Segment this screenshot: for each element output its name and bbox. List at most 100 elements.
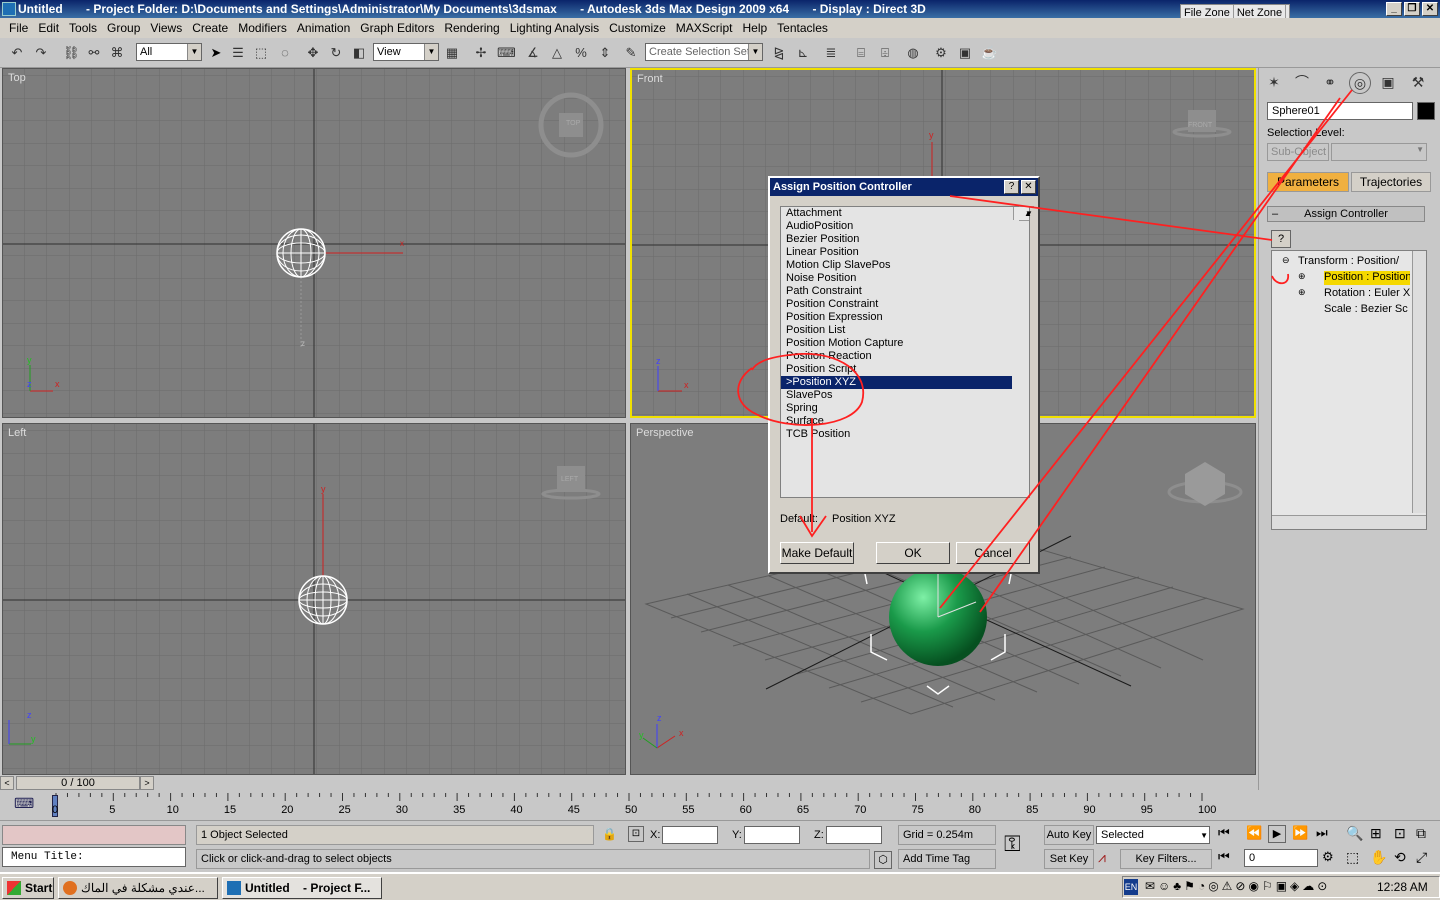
motion-tab-icon[interactable]: ◎ — [1349, 72, 1371, 94]
menu-rendering[interactable]: Rendering — [439, 21, 504, 35]
list-item[interactable]: AudioPosition — [781, 220, 1029, 233]
scale-icon[interactable]: ◧ — [350, 44, 368, 62]
tree-item-rotation[interactable]: Rotation : Euler X — [1324, 287, 1410, 301]
create-tab-icon[interactable]: ✶ — [1263, 72, 1285, 94]
display-tab-icon[interactable]: ▣ — [1377, 72, 1399, 94]
set-key-icon[interactable]: ⚿ — [1004, 831, 1021, 857]
time-prev-icon[interactable]: < — [0, 776, 14, 790]
zoom-extents-icon[interactable]: ⊡ — [1394, 825, 1406, 842]
play-icon[interactable]: ▶ — [1268, 825, 1286, 843]
list-item[interactable]: Bezier Position — [781, 233, 1029, 246]
taskbar-3dsmax[interactable]: Untitled - Project F... — [222, 877, 382, 899]
tree-expander-icon[interactable]: ⊖ — [1282, 255, 1290, 266]
close-button[interactable]: ✕ — [1422, 2, 1438, 16]
viewport-label-top[interactable]: Top — [8, 72, 26, 84]
menu-views[interactable]: Views — [145, 21, 187, 35]
current-frame-field[interactable]: 0 — [1244, 849, 1318, 867]
snap-toggle-icon[interactable]: ∡ — [524, 44, 542, 62]
select-object-icon[interactable]: ➤ — [207, 44, 225, 62]
track-bar[interactable]: ⌨ 0 5 10 15 20 25 30 35 40 45 50 55 60 65 70 75 80 85 90 95… — [0, 793, 1258, 819]
material-editor-icon[interactable]: ◍ — [904, 44, 922, 62]
controller-list[interactable]: Attachment AudioPosition Bezier Position… — [780, 206, 1034, 498]
lock-selection-icon[interactable]: 🔒 — [602, 827, 617, 841]
modify-tab-icon[interactable]: ⌒ — [1291, 72, 1313, 94]
taskbar-browser[interactable]: عندي مشكلة في الماك... — [58, 877, 218, 899]
maxscript-listener-mini[interactable] — [2, 825, 186, 845]
menu-modifiers[interactable]: Modifiers — [233, 21, 292, 35]
x-coordinate-field[interactable] — [662, 826, 718, 844]
orbit-icon[interactable]: ⟲ — [1394, 849, 1406, 866]
menu-file[interactable]: File — [4, 21, 33, 35]
dialog-title-bar[interactable]: Assign Position Controller — [770, 178, 1038, 196]
sub-object-dropdown[interactable]: ▼ — [1331, 143, 1427, 161]
assign-controller-rollout[interactable]: – Assign Controller — [1267, 206, 1425, 222]
rendered-frame-icon[interactable]: ▣ — [956, 44, 974, 62]
select-by-name-icon[interactable]: ☰ — [229, 44, 247, 62]
list-scrollbar[interactable]: ▲ ▼ — [1013, 206, 1034, 221]
time-next-icon[interactable]: > — [140, 776, 154, 790]
maximize-button[interactable]: ❐ — [1404, 2, 1420, 16]
list-item[interactable]: Attachment — [781, 207, 1029, 220]
quick-render-icon[interactable]: ☕ — [980, 44, 998, 62]
move-icon[interactable]: ✥ — [304, 44, 322, 62]
list-item[interactable]: Surface — [781, 415, 1029, 428]
menu-lighting-analysis[interactable]: Lighting Analysis — [505, 21, 604, 35]
sub-object-button[interactable]: Sub-Object — [1267, 143, 1329, 161]
next-frame-icon[interactable]: ⏩ — [1292, 825, 1308, 841]
link-icon[interactable]: ⛓ — [62, 44, 80, 62]
key-mode-toggle-icon[interactable]: ⏮ — [1218, 849, 1230, 865]
render-setup-icon[interactable]: ⚙ — [932, 44, 950, 62]
menu-create[interactable]: Create — [187, 21, 233, 35]
list-item[interactable]: Position Script — [781, 363, 1029, 376]
time-tag-icon[interactable]: ⬡ — [874, 851, 892, 869]
reference-coordinate-dropdown[interactable]: View ▼ — [373, 43, 439, 61]
list-item[interactable]: Position Constraint — [781, 298, 1029, 311]
y-coordinate-field[interactable] — [744, 826, 800, 844]
rect-selection-icon[interactable]: ⬚ — [252, 44, 270, 62]
viewport-label-left[interactable]: Left — [8, 427, 26, 439]
hierarchy-tab-icon[interactable]: ⚭ — [1319, 72, 1341, 94]
start-button[interactable]: Start — [2, 877, 54, 899]
time-config-icon[interactable]: ⚙ — [1322, 849, 1334, 865]
list-item[interactable]: >Position XYZ — [781, 376, 1012, 389]
menu-animation[interactable]: Animation — [292, 21, 355, 35]
menu-customize[interactable]: Customize — [604, 21, 671, 35]
maxscript-input[interactable]: Menu Title: — [2, 847, 186, 867]
rollout-collapse[interactable]: – — [1272, 207, 1278, 221]
z-coordinate-field[interactable] — [826, 826, 882, 844]
list-item[interactable]: Spring — [781, 402, 1029, 415]
tree-expander-icon[interactable]: ⊕ — [1298, 271, 1306, 282]
menu-group[interactable]: Group — [102, 21, 145, 35]
dialog-help-button[interactable]: ? — [1004, 180, 1019, 194]
object-name-field[interactable]: Sphere01 — [1267, 102, 1413, 120]
key-mode-dropdown[interactable]: Selected ▼ — [1096, 826, 1210, 844]
field-of-view-icon[interactable]: ⬚ — [1346, 849, 1359, 866]
named-selection-set-dropdown[interactable]: Create Selection Set ▼ — [645, 43, 763, 61]
viewcube-left-face[interactable]: LEFT — [561, 476, 578, 483]
curve-editor-icon[interactable]: ⌸ — [852, 44, 870, 62]
zoom-all-icon[interactable]: ⊞ — [1370, 825, 1382, 842]
rotate-icon[interactable]: ↻ — [327, 44, 345, 62]
viewport-left[interactable]: Left LEFT y y z — [2, 423, 626, 775]
trajectories-tab[interactable]: Trajectories — [1351, 172, 1431, 192]
tree-hscrollbar[interactable] — [1272, 515, 1426, 529]
menu-help[interactable]: Help — [737, 21, 772, 35]
scroll-down-icon[interactable]: ▼ — [1019, 206, 1034, 220]
viewport-label-perspective[interactable]: Perspective — [636, 427, 693, 439]
percent-snap-icon[interactable]: % — [572, 44, 590, 62]
select-manipulate-icon[interactable]: ✢ — [472, 44, 490, 62]
make-default-button[interactable]: Make Default — [780, 542, 854, 564]
undo-icon[interactable]: ↶ — [8, 44, 26, 62]
time-slider-thumb[interactable]: 0 / 100 — [16, 776, 140, 790]
auto-key-button[interactable]: Auto Key — [1044, 825, 1094, 845]
unlink-icon[interactable]: ⚯ — [85, 44, 103, 62]
bind-space-warp-icon[interactable]: ⌘ — [108, 44, 126, 62]
tree-item-scale[interactable]: Scale : Bezier Sc — [1324, 303, 1410, 317]
spinner-snap-icon[interactable]: ⇕ — [596, 44, 614, 62]
tree-expander-icon[interactable]: ⊕ — [1298, 287, 1306, 298]
angle-snap-icon[interactable]: △ — [548, 44, 566, 62]
list-item[interactable]: SlavePos — [781, 389, 1029, 402]
goto-end-icon[interactable]: ⏭ — [1316, 825, 1328, 841]
list-item[interactable]: Linear Position — [781, 246, 1029, 259]
prev-frame-icon[interactable]: ⏪ — [1246, 825, 1262, 841]
